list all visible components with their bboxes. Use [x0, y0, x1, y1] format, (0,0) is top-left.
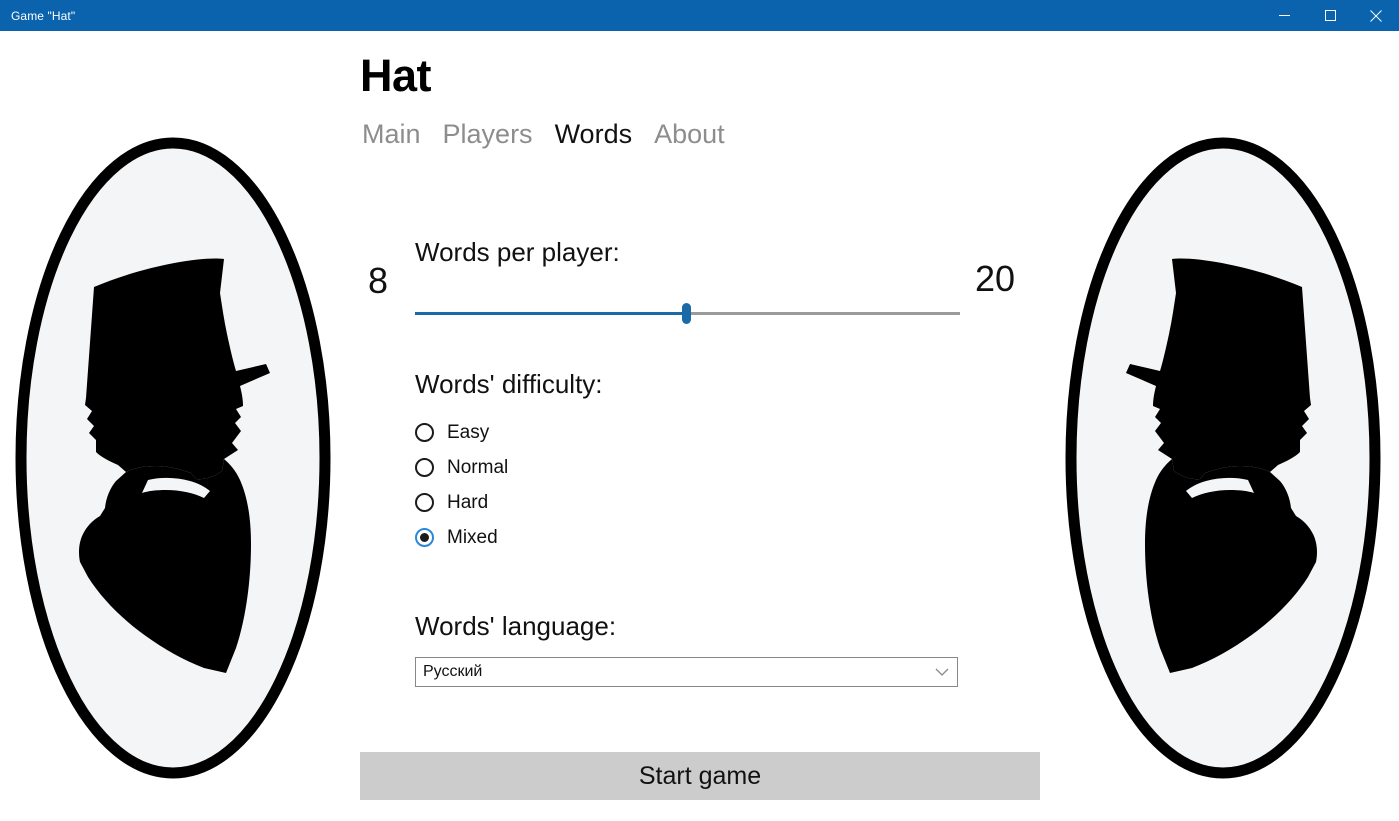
- maximize-icon: [1324, 10, 1336, 21]
- close-button[interactable]: [1353, 0, 1399, 31]
- tab-words[interactable]: Words: [555, 121, 633, 148]
- start-game-button[interactable]: Start game: [360, 752, 1040, 800]
- radio-label: Easy: [447, 422, 490, 443]
- slider-thumb[interactable]: [681, 303, 691, 324]
- silhouette-cameo-right-icon: [1058, 128, 1388, 788]
- words-per-player-label: Words per player:: [415, 237, 620, 267]
- window-titlebar: Game "Hat": [0, 0, 1399, 31]
- tab-bar: Main Players Words About: [360, 121, 1040, 148]
- radio-difficulty-mixed[interactable]: Mixed: [415, 520, 815, 555]
- slider-max-value: 20: [975, 258, 1016, 299]
- radio-difficulty-hard[interactable]: Hard: [415, 485, 815, 520]
- radio-label: Hard: [447, 492, 489, 513]
- words-per-player-slider[interactable]: [415, 303, 960, 324]
- radio-difficulty-easy[interactable]: Easy: [415, 415, 815, 450]
- chevron-down-icon: [935, 668, 949, 677]
- start-game-label: Start game: [638, 761, 762, 790]
- close-icon: [1370, 9, 1382, 22]
- language-select[interactable]: Русский: [415, 657, 958, 687]
- language-selected-value: Русский: [423, 663, 483, 680]
- radio-label: Mixed: [447, 527, 498, 548]
- radio-icon: [415, 458, 434, 477]
- window-title: Game "Hat": [11, 8, 76, 23]
- minimize-button[interactable]: [1261, 0, 1307, 31]
- radio-label: Normal: [447, 457, 509, 478]
- words-difficulty-section: Words' difficulty: Easy Normal Hard Mixe…: [415, 371, 815, 555]
- slider-min-value: 8: [368, 260, 389, 301]
- radio-difficulty-normal[interactable]: Normal: [415, 450, 815, 485]
- slider-fill: [415, 312, 686, 315]
- words-language-heading: Words' language:: [415, 611, 617, 641]
- minimize-icon: [1278, 15, 1290, 16]
- tab-main[interactable]: Main: [362, 121, 421, 148]
- main-content: Hat Main Players Words About Words per p…: [360, 31, 1040, 800]
- silhouette-cameo-left-icon: [8, 128, 338, 788]
- tab-players[interactable]: Players: [443, 121, 533, 148]
- maximize-button[interactable]: [1307, 0, 1353, 31]
- window-controls: [1261, 0, 1399, 31]
- radio-selected-icon: [415, 528, 434, 547]
- client-area: Hat Main Players Words About Words per p…: [0, 31, 1399, 821]
- cameo-icon: [1065, 137, 1381, 779]
- cameo-icon: [15, 137, 331, 779]
- words-per-player-section: Words per player: 8 20: [360, 223, 1040, 333]
- words-language-section: Words' language: Русский: [415, 613, 960, 687]
- tab-about[interactable]: About: [654, 121, 725, 148]
- radio-icon: [415, 423, 434, 442]
- radio-icon: [415, 493, 434, 512]
- page-title: Hat: [360, 50, 432, 101]
- words-difficulty-heading: Words' difficulty:: [415, 369, 603, 399]
